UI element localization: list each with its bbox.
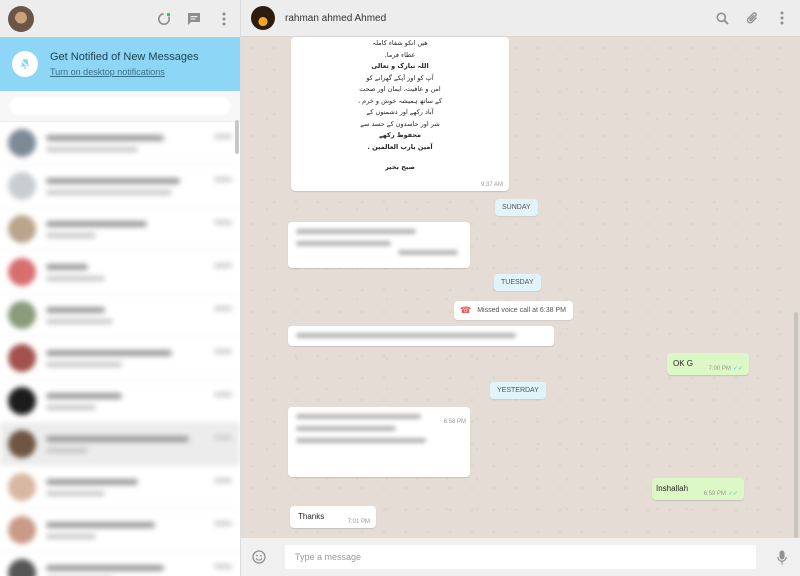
microphone-icon[interactable] [774, 549, 790, 565]
message-text: OK G [673, 359, 694, 368]
message-bubble-urdu[interactable]: ھیں انکو شفاء کاملہ عطاء فرما. اللہ تبار… [291, 37, 509, 191]
emoji-icon[interactable] [251, 549, 267, 565]
chat-list-item[interactable] [0, 294, 240, 337]
message-time: 7:01 PM [347, 519, 370, 525]
date-divider-tuesday: TUESDAY [494, 274, 541, 291]
avatar[interactable] [8, 5, 34, 32]
chat-list-item[interactable] [0, 552, 240, 576]
chat-list-item[interactable] [0, 165, 240, 208]
double-check-icon: ✓✓ [732, 366, 743, 372]
chat-list-item[interactable] [0, 251, 240, 294]
urdu-greeting: صبح بخیر [385, 163, 415, 171]
sidebar-header [0, 0, 240, 37]
message-bubble-blurred[interactable]: 6:58 PM [288, 407, 470, 477]
urdu-line: عطاء فرما. [384, 50, 416, 59]
urdu-line: محفوظ رکھے [378, 131, 422, 139]
urdu-line: آمین یارب العالمین . [367, 142, 433, 151]
chat-list-item[interactable] [0, 122, 240, 165]
sidebar-scrollbar[interactable] [235, 120, 239, 154]
chat-list-item-selected[interactable] [0, 423, 240, 466]
message-input[interactable] [285, 545, 756, 569]
message-bubble-blurred[interactable] [288, 222, 470, 268]
menu-icon[interactable] [216, 11, 232, 27]
menu-icon[interactable] [774, 10, 790, 26]
whatsapp-web-app: Get Notified of New Messages Turn on des… [0, 0, 800, 576]
message-text: Thanks [298, 512, 325, 521]
missed-call-notice: ☎ Missed voice call at 6:38 PM [454, 301, 573, 320]
missed-call-icon: ☎ [460, 305, 472, 315]
search-icon[interactable] [714, 10, 730, 26]
urdu-line: شر اور حاسدوں کے حسد سے [360, 119, 440, 128]
missed-call-text: Missed voice call at 6:38 PM [477, 307, 566, 314]
message-bubble-blurred[interactable] [288, 326, 554, 346]
urdu-line: امن و عافیت، ایمان اور صحت [359, 85, 441, 93]
conversation-pane: rahman ahmed Ahmed ھیں انکو شفاء کاملہ ع… [241, 0, 800, 576]
message-text: Inshallah [656, 484, 689, 493]
message-time: 6:58 PM [443, 419, 466, 425]
urdu-line: کے ساتھ ہمیشہ خوش و خرم ، [358, 96, 442, 105]
contact-avatar[interactable] [251, 6, 275, 30]
urdu-line: آپ کو اور آپکے گھرانے کو [366, 73, 434, 82]
chat-list-item[interactable] [0, 337, 240, 380]
double-check-icon: ✓✓ [727, 491, 738, 497]
message-time: 7:00 PM ✓✓ [708, 366, 743, 372]
composer [241, 538, 800, 576]
attach-icon[interactable] [744, 10, 760, 26]
date-divider-yesterday: YESTERDAY [490, 382, 546, 399]
contact-name[interactable]: rahman ahmed Ahmed [285, 13, 386, 24]
urdu-message-text: ھیں انکو شفاء کاملہ عطاء فرما. اللہ تبار… [291, 37, 509, 174]
status-icon[interactable] [156, 11, 172, 27]
date-divider-sunday: SUNDAY [495, 199, 538, 216]
chat-list-item[interactable] [0, 509, 240, 552]
conversation-scrollbar[interactable] [794, 312, 798, 538]
chat-list-item[interactable] [0, 208, 240, 251]
chat-list [0, 122, 240, 576]
urdu-line: آباد رکھے اور دشمنوں کے [366, 108, 434, 116]
chat-list-item[interactable] [0, 466, 240, 509]
urdu-line: اللہ تبارک و تعالی [371, 62, 429, 70]
search-bar[interactable] [0, 91, 240, 122]
message-bubble-incoming[interactable]: Thanks 7:01 PM [290, 506, 376, 528]
bell-off-icon [12, 51, 38, 77]
message-bubble-outgoing[interactable]: OK G 7:00 PM ✓✓ [667, 353, 749, 375]
message-list: ھیں انکو شفاء کاملہ عطاء فرما. اللہ تبار… [241, 37, 800, 538]
new-chat-icon[interactable] [186, 11, 202, 27]
enable-notifications-link[interactable]: Turn on desktop notifications [50, 67, 199, 77]
search-input[interactable] [10, 97, 230, 115]
notification-banner[interactable]: Get Notified of New Messages Turn on des… [0, 37, 240, 91]
message-time: 9:37 AM [480, 182, 503, 188]
message-bubble-outgoing[interactable]: Inshallah 6:59 PM ✓✓ [652, 478, 744, 500]
sidebar: Get Notified of New Messages Turn on des… [0, 0, 241, 576]
urdu-line: ھیں انکو شفاء کاملہ [372, 39, 428, 47]
conversation-header: rahman ahmed Ahmed [241, 0, 800, 37]
chat-list-item[interactable] [0, 380, 240, 423]
notification-title: Get Notified of New Messages [50, 51, 199, 63]
message-time: 6:59 PM ✓✓ [703, 491, 738, 497]
